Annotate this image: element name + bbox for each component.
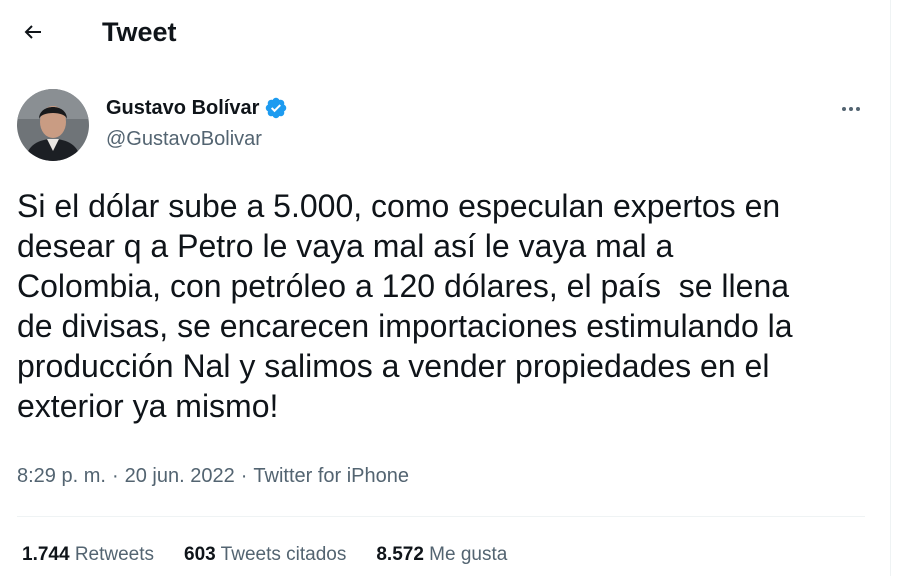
- author-name-row[interactable]: Gustavo Bolívar: [106, 95, 288, 121]
- likes-stat[interactable]: 8.572 Me gusta: [376, 542, 507, 568]
- tweet-meta: 8:29 p. m. · 20 jun. 2022 · Twitter for …: [17, 462, 409, 490]
- retweets-stat[interactable]: 1.744 Retweets: [22, 542, 154, 568]
- page-header: Tweet: [0, 0, 890, 64]
- quotes-stat[interactable]: 603 Tweets citados: [184, 542, 346, 568]
- likes-count: 8.572: [376, 544, 424, 565]
- tweet-source[interactable]: Twitter for iPhone: [253, 462, 409, 490]
- avatar[interactable]: [17, 89, 89, 161]
- likes-label: Me gusta: [429, 544, 508, 565]
- arrow-left-icon: [24, 25, 41, 39]
- divider: [17, 516, 865, 517]
- quotes-label: Tweets citados: [220, 544, 347, 565]
- tweet-stats: 1.744 Retweets 603 Tweets citados 8.572 …: [22, 542, 507, 568]
- page-title: Tweet: [102, 17, 177, 47]
- avatar-image: [17, 89, 89, 161]
- quotes-count: 603: [184, 544, 216, 565]
- author-name: Gustavo Bolívar: [106, 97, 260, 119]
- column-border: [890, 0, 891, 576]
- tweet-text: Si el dólar sube a 5.000, como especulan…: [17, 188, 793, 424]
- retweets-label: Retweets: [74, 544, 155, 565]
- meta-separator: ·: [111, 465, 119, 487]
- tweet-time[interactable]: 8:29 p. m.: [17, 462, 106, 490]
- more-horizontal-icon: [842, 107, 860, 111]
- meta-separator: ·: [240, 465, 248, 487]
- author-handle[interactable]: @GustavoBolivar: [106, 126, 262, 152]
- back-button[interactable]: [14, 13, 52, 51]
- retweets-count: 1.744: [22, 544, 70, 565]
- verified-badge-icon: [266, 97, 287, 119]
- tweet-page: Tweet Gustavo Bolívar @GustavoBolivar Si…: [0, 0, 915, 576]
- tweet-date[interactable]: 20 jun. 2022: [125, 462, 235, 490]
- more-button[interactable]: [834, 92, 868, 126]
